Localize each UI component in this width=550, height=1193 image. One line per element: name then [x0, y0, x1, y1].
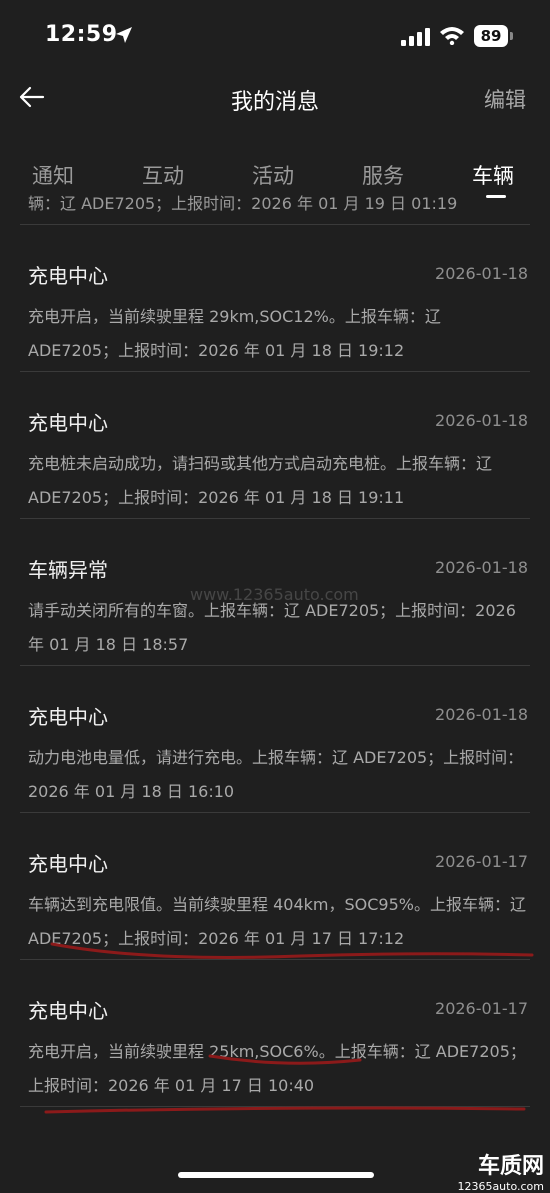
status-bar: 12:59 89 [0, 0, 550, 70]
message-title: 充电中心 [28, 264, 108, 288]
status-time: 12:59 [45, 22, 118, 47]
edit-button[interactable]: 编辑 [484, 84, 526, 114]
divider [20, 518, 530, 519]
cellular-signal-icon [401, 28, 430, 46]
message-body: 充电开启，当前续驶里程 29km,SOC12%。上报车辆：辽 ADE7205；上… [28, 307, 441, 360]
message-body: 车辆达到充电限值。当前续驶里程 404km，SOC95%。上报车辆：辽 ADE7… [28, 895, 526, 948]
battery-level: 89 [480, 27, 502, 45]
watermark: www.12365auto.com [190, 585, 359, 604]
tab-notifications[interactable]: 通知 [32, 160, 74, 190]
divider [20, 371, 530, 372]
location-arrow-icon [116, 27, 132, 43]
divider [20, 812, 530, 813]
message-date: 2026-01-18 [435, 705, 528, 724]
message-body: 充电开启，当前续驶里程 25km,SOC6%。上报车辆：辽 ADE7205；上报… [28, 1042, 526, 1095]
message-date: 2026-01-18 [435, 558, 528, 577]
brand-logo: 车质网 12365auto.com [457, 1148, 544, 1193]
message-body: 请手动关闭所有的车窗。上报车辆：辽 ADE7205；上报时间：2026 年 01… [28, 601, 516, 654]
nav-bar: 我的消息 编辑 [0, 70, 550, 128]
divider [20, 665, 530, 666]
brand-url: 12365auto.com [457, 1180, 544, 1193]
tab-services[interactable]: 服务 [362, 160, 404, 190]
message-title: 充电中心 [28, 852, 108, 876]
divider [20, 959, 530, 960]
message-title: 充电中心 [28, 411, 108, 435]
partial-message-text: 辆：辽 ADE7205；上报时间：2026 年 01 月 19 日 01:19 [28, 194, 458, 213]
battery-icon: 89 [474, 25, 508, 47]
tab-activities[interactable]: 活动 [252, 160, 294, 190]
message-body: 动力电池电量低，请进行充电。上报车辆：辽 ADE7205；上报时间：2026 年… [28, 748, 524, 801]
message-date: 2026-01-18 [435, 264, 528, 283]
message-date: 2026-01-17 [435, 852, 528, 871]
divider [20, 224, 530, 225]
brand-name: 车质网 [477, 1154, 544, 1179]
home-indicator[interactable] [178, 1172, 374, 1178]
message-title: 充电中心 [28, 705, 108, 729]
message-body: 充电桩未启动成功，请扫码或其他方式启动充电桩。上报车辆：辽 ADE7205；上报… [28, 454, 493, 507]
tab-interaction[interactable]: 互动 [142, 160, 184, 190]
message-title: 充电中心 [28, 999, 108, 1023]
wifi-icon [440, 27, 464, 45]
battery-tip [510, 32, 513, 40]
message-date: 2026-01-17 [435, 999, 528, 1018]
message-list[interactable]: 辆：辽 ADE7205；上报时间：2026 年 01 月 19 日 01:19 … [0, 190, 550, 1190]
divider [20, 1106, 530, 1107]
message-date: 2026-01-18 [435, 411, 528, 430]
page-title: 我的消息 [230, 90, 319, 115]
message-title: 车辆异常 [28, 558, 108, 582]
tab-vehicle[interactable]: 车辆 [472, 160, 514, 190]
